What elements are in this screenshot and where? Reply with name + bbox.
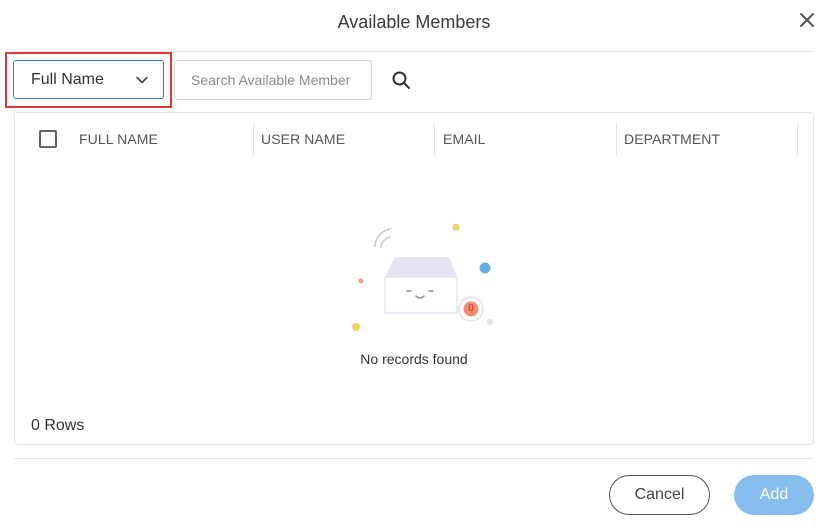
filter-field-select[interactable]: Full Name	[13, 60, 164, 99]
dialog-title: Available Members	[337, 12, 491, 32]
column-header-user-name[interactable]: USER NAME	[261, 113, 345, 165]
close-icon	[800, 13, 814, 27]
column-header-full-name[interactable]: FULL NAME	[79, 113, 158, 165]
search-input[interactable]	[174, 60, 372, 100]
add-button[interactable]: Add	[734, 475, 814, 515]
empty-box-icon	[352, 223, 493, 331]
row-count: 0 Rows	[31, 417, 85, 434]
available-members-dialog: Available Members Full Name FULL NAME US…	[0, 0, 828, 527]
footer-divider	[14, 458, 814, 459]
column-separator	[253, 123, 254, 155]
column-separator	[616, 123, 617, 155]
column-header-department[interactable]: DEPARTMENT	[624, 113, 720, 165]
members-grid: FULL NAME USER NAME EMAIL DEPARTMENT 0 N…	[14, 112, 814, 445]
empty-message: No records found	[360, 351, 468, 367]
cancel-button[interactable]: Cancel	[609, 475, 710, 515]
select-all-checkbox[interactable]	[39, 130, 57, 148]
column-separator	[797, 123, 798, 155]
empty-count-badge: 0	[468, 303, 474, 314]
search-icon	[392, 71, 410, 89]
filter-field-select-value: Full Name	[31, 70, 104, 88]
grid-header: FULL NAME USER NAME EMAIL DEPARTMENT	[15, 113, 813, 165]
column-separator	[434, 123, 435, 155]
column-header-email[interactable]: EMAIL	[443, 113, 486, 165]
search-button[interactable]	[390, 69, 412, 91]
close-button[interactable]	[796, 9, 818, 31]
chevron-down-icon	[136, 76, 148, 84]
